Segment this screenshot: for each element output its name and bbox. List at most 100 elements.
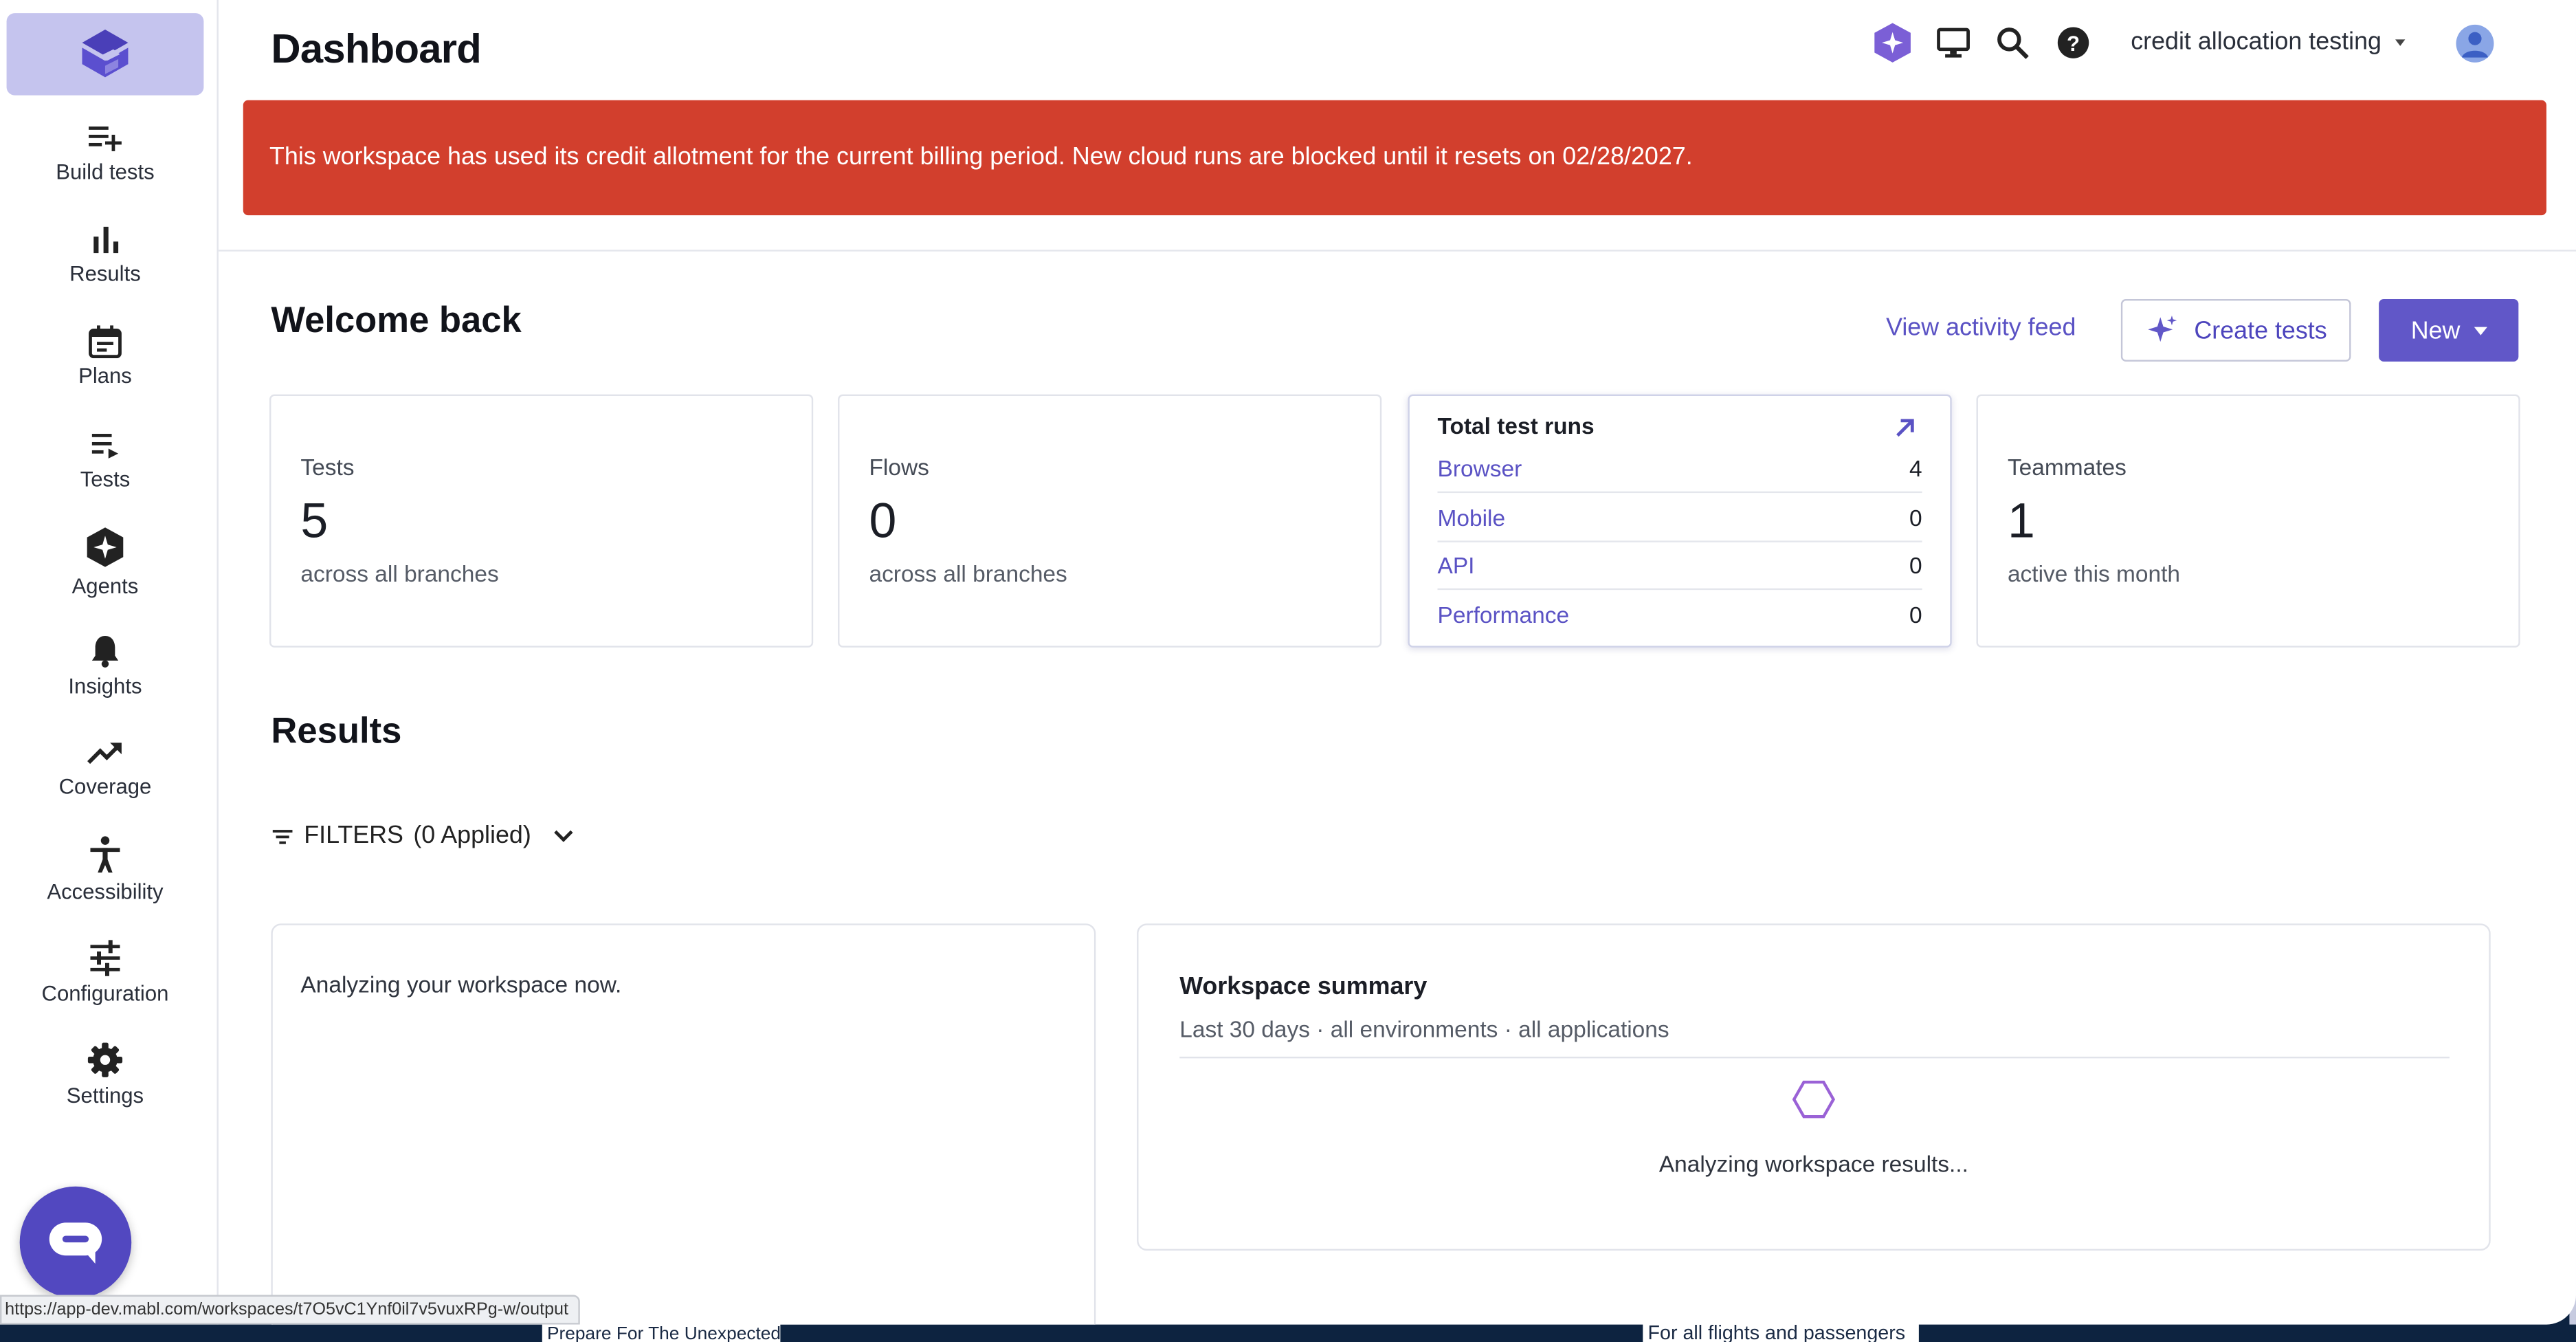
user-avatar[interactable] [2456,24,2494,63]
ai-sparkle-icon [1874,23,1911,63]
view-activity-feed-link[interactable]: View activity feed [1886,314,2076,342]
app-window: Build tests Results Plans Tests Agents I… [0,0,2576,1325]
welcome-title: Welcome back [271,299,522,340]
sidebar-item-label: Tests [80,466,131,492]
runs-row-performance: Performance 0 [1438,592,1922,639]
card-value: 1 [2007,494,2035,549]
sidebar-item-accessibility[interactable]: Accessibility [0,835,210,904]
card-title: Total test runs [1437,412,1595,439]
sidebar-item-label: Settings [66,1083,144,1108]
runs-row-value: 0 [1909,504,1922,531]
runs-row-link[interactable]: Mobile [1438,505,1506,531]
workspace-selector[interactable]: credit allocation testing [2131,28,2405,56]
runs-row-link[interactable]: Browser [1438,455,1522,481]
background-text-left: Prepare For The Unexpected [546,1324,781,1342]
svg-text:?: ? [2067,32,2080,56]
filter-icon [272,828,293,844]
hexagon-spinner-icon [1792,1080,1836,1119]
accessibility-icon [90,836,120,873]
build-tests-icon [89,126,122,151]
total-test-runs-card: Total test runs Browser 4 Mobile 0 API 0… [1408,394,1952,648]
help-icon: ? [2057,27,2089,58]
sidebar-item-label: Accessibility [47,879,164,904]
workspace-name: credit allocation testing [2131,28,2381,56]
sidebar-item-insights[interactable]: Insights [0,632,210,698]
summary-loading-message: Analyzing workspace results... [1658,1150,1968,1177]
results-title: Results [271,710,402,751]
sidebar-item-configuration[interactable]: Configuration [0,940,210,1006]
runs-row-value: 4 [1909,455,1922,482]
summary-title: Workspace summary [1179,973,1428,1001]
create-tests-label: Create tests [2194,316,2327,344]
runs-row-value: 0 [1909,601,1922,628]
user-icon [2461,32,2489,58]
card-subtitle: active this month [2007,560,2181,587]
sidebar-item-label: Insights [68,674,142,698]
runs-row-browser: Browser 4 [1437,446,1922,494]
sidebar-item-label: Build tests [56,159,155,184]
flows-card[interactable]: Flows 0 across all branches [838,394,1382,648]
summary-divider [1179,1056,2450,1059]
tests-card[interactable]: Tests 5 across all branches [269,394,814,648]
mabl-logo-icon [82,30,129,78]
sidebar-item-label: Configuration [41,981,169,1006]
card-subtitle: across all branches [300,560,499,587]
card-label: Flows [869,453,929,480]
chat-icon [49,1222,102,1264]
desktop-app-button[interactable] [1933,23,1973,62]
summary-subtitle: Last 30 days · all environments · all ap… [1179,1015,1669,1042]
loading-spinner [1792,1078,1836,1129]
teammates-card[interactable]: Teammates 1 active this month [1976,394,2520,648]
gear-icon [87,1042,123,1077]
filters-toggle[interactable]: FILTERS (0 Applied) [271,822,577,850]
open-runs-button[interactable] [1894,416,1917,447]
trending-up-icon [87,742,122,764]
help-button[interactable]: ? [2054,23,2093,62]
filters-count: (0 Applied) [413,822,531,850]
new-button[interactable]: New [2379,299,2519,362]
header-divider [218,250,2576,252]
sidebar-item-label: Agents [71,573,139,599]
runs-row-link[interactable]: API [1438,552,1475,578]
analysis-status-text: Analyzing your workspace now. [300,971,622,998]
home-logo-button[interactable] [6,13,204,96]
chat-launcher-button[interactable] [19,1186,132,1299]
chevron-down-icon [2473,326,2487,335]
sidebar-item-build-tests[interactable]: Build tests [0,122,210,184]
status-bar-url: https://app-dev.mabl.com/workspaces/t7O5… [0,1295,580,1325]
sidebar-item-label: Plans [78,363,132,388]
sidebar-item-agents[interactable]: Agents [0,526,210,598]
page-title: Dashboard [271,26,482,73]
filters-label: FILTERS [304,822,404,850]
create-tests-button[interactable]: Create tests [2120,299,2351,362]
sidebar: Build tests Results Plans Tests Agents I… [0,0,219,1325]
bell-icon [91,636,119,668]
runs-row-mobile: Mobile 0 [1437,494,1922,542]
runs-row-api: API 0 [1437,542,1922,591]
card-label: Tests [300,453,355,480]
sliders-icon [90,940,120,976]
card-subtitle: across all branches [869,560,1067,587]
chevron-down-icon [554,829,574,842]
card-value: 5 [300,494,329,549]
sidebar-item-label: Results [69,261,141,286]
sidebar-item-coverage[interactable]: Coverage [0,736,210,799]
calendar-icon [89,325,122,359]
card-value: 0 [869,494,897,549]
search-button[interactable] [1992,23,2032,62]
sidebar-item-plans[interactable]: Plans [0,325,210,388]
credit-alert-banner: This workspace has used its credit allot… [243,100,2546,216]
sidebar-item-results[interactable]: Results [0,223,210,286]
sidebar-item-label: Coverage [58,773,152,799]
sidebar-item-tests[interactable]: Tests [0,429,210,492]
chevron-down-icon [2395,39,2405,47]
ai-assistant-button[interactable] [1873,23,1912,63]
sidebar-item-settings[interactable]: Settings [0,1042,210,1108]
workspace-summary-panel: Workspace summary Last 30 days · all env… [1137,923,2491,1251]
arrow-up-right-icon [1896,419,1914,437]
runs-row-value: 0 [1909,552,1922,579]
bar-chart-icon [93,226,119,254]
runs-row-link[interactable]: Performance [1438,602,1570,628]
list-icon [91,434,119,459]
search-icon [1997,28,2029,59]
